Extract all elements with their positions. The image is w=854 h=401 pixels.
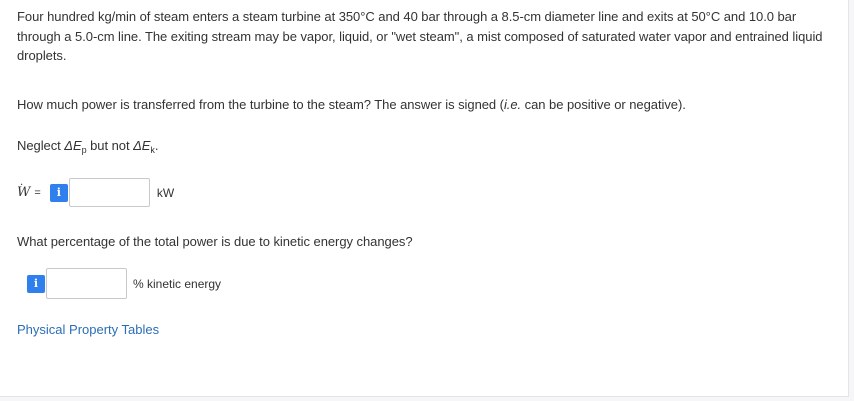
neglect-note: Neglect ΔEp but not ΔEk. bbox=[17, 136, 158, 156]
delta-ep-symbol: ΔE bbox=[64, 138, 82, 153]
question-kinetic-text: What percentage of the total power is du… bbox=[17, 234, 413, 249]
power-answer-row: · W = i kW bbox=[17, 178, 174, 207]
neglect-prefix: Neglect bbox=[17, 138, 65, 153]
neglect-middle: but not bbox=[86, 138, 134, 153]
problem-statement: Four hundred kg/min of steam enters a st… bbox=[17, 9, 823, 63]
kinetic-answer-row: i % kinetic energy bbox=[27, 268, 221, 299]
neglect-end: . bbox=[154, 138, 159, 153]
question-power-text: How much power is transferred from the t… bbox=[17, 95, 837, 115]
question-power-text-ie: i.e. bbox=[503, 97, 522, 112]
w-letter: W bbox=[17, 185, 31, 200]
question-power-text-main: How much power is transferred from the t… bbox=[17, 97, 504, 112]
equals-sign: = bbox=[34, 186, 41, 199]
physical-property-tables-link[interactable]: Physical Property Tables bbox=[17, 322, 159, 337]
info-icon[interactable]: i bbox=[49, 183, 68, 202]
kinetic-percent-unit: % kinetic energy bbox=[133, 276, 222, 291]
power-unit: kW bbox=[156, 185, 175, 200]
question-panel: Four hundred kg/min of steam enters a st… bbox=[0, 0, 849, 397]
question-power-text-end: can be positive or negative). bbox=[521, 97, 686, 112]
w-dot-label: · W bbox=[17, 181, 31, 201]
w-dot-accent: · bbox=[20, 180, 24, 191]
power-input[interactable] bbox=[68, 178, 150, 207]
info-icon[interactable]: i bbox=[27, 274, 45, 293]
delta-ek-symbol: ΔE bbox=[133, 138, 151, 153]
kinetic-percent-input[interactable] bbox=[46, 268, 127, 299]
